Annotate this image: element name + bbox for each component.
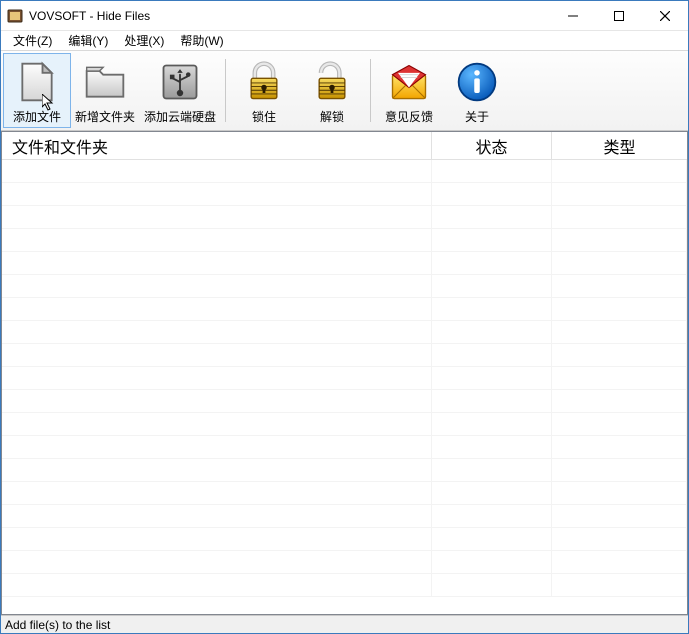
toolbar-label: 意见反馈	[385, 108, 433, 125]
menu-file[interactable]: 文件(Z)	[5, 31, 60, 50]
table-row	[2, 321, 687, 344]
lock-button[interactable]: 锁住	[230, 53, 298, 128]
window-title: VOVSOFT - Hide Files	[29, 9, 550, 23]
list-rows	[2, 160, 687, 614]
usb-drive-icon	[156, 58, 204, 106]
add-cloud-drive-button[interactable]: 添加云端硬盘	[139, 53, 221, 128]
table-row	[2, 275, 687, 298]
status-bar: Add file(s) to the list	[1, 615, 688, 633]
about-button[interactable]: 关于	[443, 53, 511, 128]
table-row	[2, 229, 687, 252]
menu-process[interactable]: 处理(X)	[116, 31, 172, 50]
info-icon	[453, 58, 501, 106]
folder-icon	[81, 58, 129, 106]
cursor-icon	[42, 94, 56, 115]
file-list[interactable]: 文件和文件夹 状态 类型	[1, 131, 688, 615]
toolbar-label: 锁住	[252, 108, 276, 125]
window-controls	[550, 1, 688, 30]
column-headers: 文件和文件夹 状态 类型	[2, 132, 687, 160]
add-file-button[interactable]: 添加文件	[3, 53, 71, 128]
toolbar-label: 新增文件夹	[75, 108, 135, 125]
status-text: Add file(s) to the list	[5, 618, 110, 632]
envelope-icon	[385, 58, 433, 106]
menu-bar: 文件(Z) 编辑(Y) 处理(X) 帮助(W)	[1, 31, 688, 51]
toolbar-label: 添加云端硬盘	[144, 108, 216, 125]
menu-edit[interactable]: 编辑(Y)	[60, 31, 116, 50]
column-header-type[interactable]: 类型	[552, 132, 687, 159]
maximize-button[interactable]	[596, 1, 642, 30]
table-row	[2, 344, 687, 367]
table-row	[2, 252, 687, 275]
menu-help[interactable]: 帮助(W)	[172, 31, 231, 50]
table-row	[2, 551, 687, 574]
toolbar: 添加文件 新增文件夹	[1, 51, 688, 131]
lock-closed-icon	[240, 58, 288, 106]
toolbar-label: 关于	[465, 108, 489, 125]
toolbar-label: 解锁	[320, 108, 344, 125]
table-row	[2, 367, 687, 390]
minimize-button[interactable]	[550, 1, 596, 30]
table-row	[2, 390, 687, 413]
table-row	[2, 574, 687, 597]
table-row	[2, 505, 687, 528]
toolbar-separator	[370, 59, 371, 122]
app-window: VOVSOFT - Hide Files 文件(Z) 编辑(Y) 处理(X) 帮…	[0, 0, 689, 634]
column-header-files[interactable]: 文件和文件夹	[2, 132, 432, 159]
toolbar-separator	[225, 59, 226, 122]
table-row	[2, 160, 687, 183]
table-row	[2, 183, 687, 206]
table-row	[2, 459, 687, 482]
app-icon	[7, 8, 23, 24]
table-row	[2, 436, 687, 459]
close-button[interactable]	[642, 1, 688, 30]
table-row	[2, 206, 687, 229]
title-bar: VOVSOFT - Hide Files	[1, 1, 688, 31]
table-row	[2, 298, 687, 321]
lock-open-icon	[308, 58, 356, 106]
column-header-status[interactable]: 状态	[432, 132, 552, 159]
feedback-button[interactable]: 意见反馈	[375, 53, 443, 128]
new-folder-button[interactable]: 新增文件夹	[71, 53, 139, 128]
unlock-button[interactable]: 解锁	[298, 53, 366, 128]
table-row	[2, 482, 687, 505]
table-row	[2, 528, 687, 551]
table-row	[2, 413, 687, 436]
